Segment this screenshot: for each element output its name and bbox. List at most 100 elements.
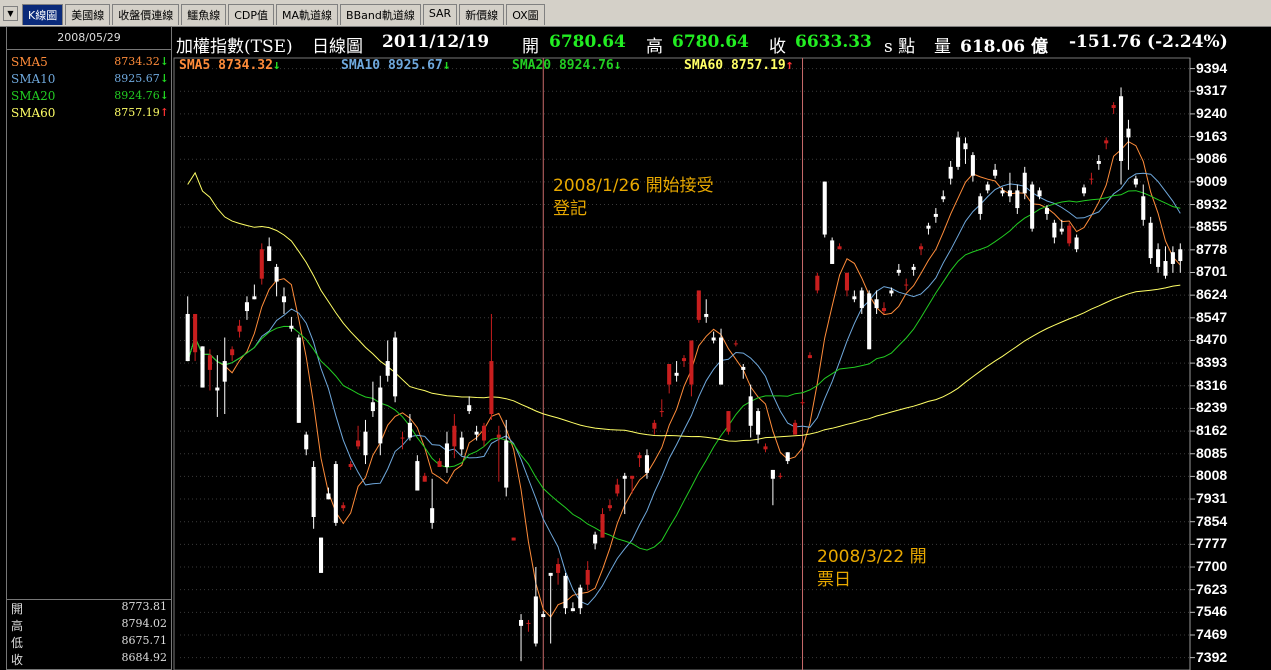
candle-body <box>785 452 790 462</box>
candle <box>874 290 879 314</box>
candle <box>437 458 442 467</box>
candle <box>815 272 820 294</box>
candle <box>1022 166 1027 200</box>
candle <box>311 461 316 529</box>
candle-body <box>667 364 672 385</box>
candle <box>904 278 909 291</box>
candle <box>259 243 264 285</box>
candle <box>193 313 198 362</box>
candle <box>711 331 716 344</box>
candle-body <box>1133 178 1138 185</box>
candle <box>511 537 516 541</box>
ma-line-sma10 <box>187 172 1181 606</box>
annotation-line: 票日 <box>817 570 851 590</box>
candle-body <box>867 293 872 350</box>
candle <box>563 572 568 615</box>
candle <box>881 302 887 314</box>
candle-body <box>970 155 975 176</box>
candle <box>185 296 190 362</box>
candle <box>970 152 975 182</box>
candle <box>837 243 842 250</box>
candle <box>1067 222 1072 247</box>
candle <box>896 263 901 276</box>
candle <box>741 364 746 379</box>
quote-date: 2011/12/19 <box>382 32 490 52</box>
candle-body <box>215 387 220 391</box>
candle <box>993 163 998 179</box>
candle-body <box>630 475 635 479</box>
candle <box>489 313 494 420</box>
candle-body <box>733 343 738 345</box>
y-tick-label: 9394 <box>1196 59 1228 76</box>
candle-body <box>333 464 338 523</box>
candle <box>244 296 249 320</box>
candle <box>748 384 753 438</box>
candle <box>215 355 220 417</box>
candle <box>1052 219 1057 244</box>
legend-text: SMA10 8925.67 <box>341 58 443 73</box>
candle-body <box>1170 252 1175 264</box>
candle-body <box>563 575 568 609</box>
candle-body <box>874 299 879 309</box>
candle-body <box>311 466 316 517</box>
candle-body <box>822 181 827 235</box>
candle-body <box>1037 190 1042 197</box>
candle <box>585 561 590 591</box>
candle-body <box>1007 190 1012 197</box>
candle-body <box>444 443 449 467</box>
plot-frame <box>173 57 1191 670</box>
y-tick-label: 7546 <box>1196 603 1228 620</box>
candle <box>674 361 679 382</box>
candle-body <box>415 461 420 491</box>
candlestick-chart[interactable] <box>0 0 1271 670</box>
candle-body <box>1081 187 1087 194</box>
candle <box>785 452 790 465</box>
candle-body <box>548 572 553 576</box>
close-label: 收 <box>769 37 786 57</box>
candle <box>696 290 701 323</box>
y-tick-label: 8547 <box>1196 308 1228 325</box>
candle-body <box>585 569 590 585</box>
open-value: 6780.64 <box>549 32 626 52</box>
candle <box>407 414 412 441</box>
candle <box>1119 87 1124 185</box>
y-tick-label: 8316 <box>1196 376 1228 393</box>
legend-text: SMA5 8734.32 <box>179 58 273 73</box>
candle-body <box>1111 105 1116 109</box>
y-tick-label: 8162 <box>1196 422 1228 439</box>
candle <box>230 346 235 362</box>
candle-body <box>948 166 953 179</box>
candle-body <box>963 143 968 150</box>
candle <box>1015 184 1020 214</box>
candle <box>704 299 709 323</box>
candle-body <box>659 411 664 413</box>
candle <box>807 352 812 359</box>
candle-body <box>578 587 583 609</box>
candle <box>652 419 657 435</box>
candle-body <box>719 337 724 385</box>
y-tick-label: 7854 <box>1196 512 1228 529</box>
y-tick-label: 8701 <box>1196 263 1228 280</box>
candle-body <box>533 596 538 644</box>
candle <box>1030 181 1035 232</box>
candle-body <box>474 431 479 435</box>
y-tick-label: 8393 <box>1196 354 1228 371</box>
candle-body <box>637 455 642 459</box>
candle-body <box>800 402 805 404</box>
candle <box>1081 184 1087 197</box>
candle-body <box>741 366 746 370</box>
candle <box>1163 246 1168 279</box>
candle-body <box>1022 172 1027 194</box>
y-tick-label: 7700 <box>1196 558 1228 575</box>
candle <box>941 190 946 203</box>
candle-body <box>1104 140 1109 144</box>
candle-body <box>274 266 279 282</box>
candle-body <box>1030 184 1035 229</box>
y-tick-label: 8624 <box>1196 286 1228 303</box>
candle <box>593 531 598 550</box>
candle-body <box>252 296 257 300</box>
candle-body <box>793 422 798 435</box>
candle-body <box>807 355 812 359</box>
candle <box>763 443 768 453</box>
candle-body <box>1044 208 1049 214</box>
